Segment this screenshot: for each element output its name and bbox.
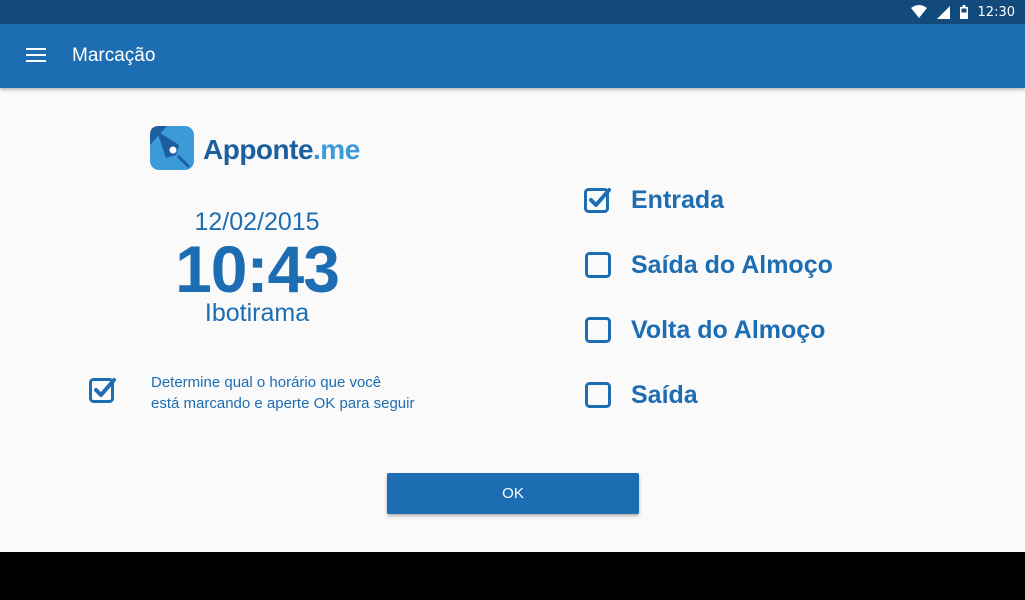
option-label: Entrada bbox=[631, 185, 725, 214]
option-volta-do-almoco[interactable]: Volta do Almoço bbox=[583, 315, 825, 345]
option-label: Saída bbox=[631, 380, 698, 409]
menu-icon bbox=[26, 47, 46, 66]
app-bar: Marcação bbox=[0, 24, 1025, 88]
system-navigation-bar bbox=[0, 552, 1025, 600]
option-label: Saída do Almoço bbox=[631, 250, 833, 279]
current-time: 10:43 bbox=[175, 232, 340, 306]
instruction-text: Determine qual o horário que você está m… bbox=[151, 374, 415, 412]
option-label: Volta do Almoço bbox=[631, 315, 826, 344]
status-time: 12:30 bbox=[977, 4, 1015, 20]
checkbox-checked-icon bbox=[88, 375, 118, 409]
option-entrada[interactable]: Entrada bbox=[583, 185, 724, 215]
pen-nib-icon bbox=[149, 125, 195, 175]
signal-icon bbox=[936, 5, 950, 19]
page-title: Marcação bbox=[72, 45, 156, 66]
ok-button[interactable]: OK bbox=[387, 473, 639, 514]
wifi-icon bbox=[910, 5, 927, 19]
status-bar: 12:30 bbox=[0, 0, 1025, 24]
checkbox-unchecked-icon[interactable] bbox=[583, 315, 613, 345]
app-logo: Apponte.me bbox=[149, 125, 360, 175]
menu-button[interactable] bbox=[0, 24, 72, 88]
logo-wordmark: Apponte.me bbox=[203, 134, 360, 165]
checkbox-unchecked-icon[interactable] bbox=[583, 380, 613, 410]
main-content: Apponte.me 12/02/2015 10:43 Ibotirama De… bbox=[0, 88, 1025, 552]
checkbox-checked-icon[interactable] bbox=[583, 185, 613, 215]
option-saida[interactable]: Saída bbox=[583, 380, 698, 410]
option-saida-do-almoco[interactable]: Saída do Almoço bbox=[583, 250, 833, 280]
current-city: Ibotirama bbox=[204, 299, 310, 327]
checkbox-unchecked-icon[interactable] bbox=[583, 250, 613, 280]
battery-icon bbox=[959, 5, 968, 19]
